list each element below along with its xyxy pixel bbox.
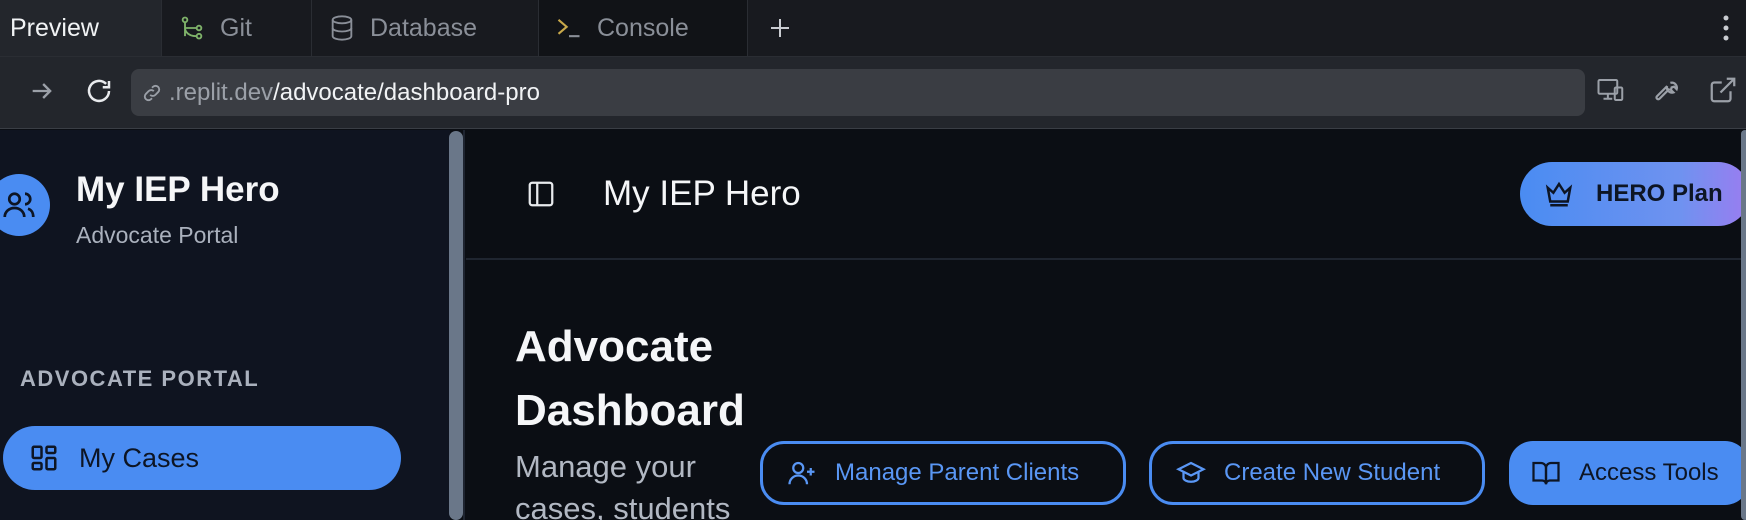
wrench-icon[interactable] [1652, 75, 1682, 105]
hero-plan-label: HERO Plan [1596, 180, 1723, 207]
avatar [0, 174, 50, 236]
url-path: /advocate/dashboard-pro [273, 78, 540, 106]
url-input[interactable]: .replit.dev/advocate/dashboard-pro [131, 69, 1585, 116]
tab-console[interactable]: Console [539, 0, 748, 56]
app-title: My IEP Hero [76, 170, 280, 209]
forward-arrow-icon[interactable] [28, 77, 56, 105]
crown-icon [1545, 181, 1573, 207]
tab-database[interactable]: Database [312, 0, 539, 56]
browser-toolbar: .replit.dev/advocate/dashboard-pro [0, 57, 1746, 129]
main-content: My IEP Hero HERO Plan Advocate Dashboard… [466, 130, 1746, 520]
manage-parent-clients-button[interactable]: Manage Parent Clients [760, 441, 1126, 505]
add-tab-button[interactable] [748, 0, 812, 56]
devices-icon[interactable] [1596, 75, 1626, 105]
button-label: Manage Parent Clients [835, 459, 1080, 486]
sidebar-item-label: My Cases [79, 442, 200, 473]
sidebar: My IEP Hero Advocate Portal ADVOCATE POR… [0, 130, 450, 520]
header-title: My IEP Hero [603, 174, 801, 213]
hero-plan-button[interactable]: HERO Plan [1520, 162, 1746, 226]
tab-label: Preview [10, 13, 99, 42]
plus-icon [771, 19, 789, 37]
reload-icon[interactable] [84, 76, 114, 106]
url-domain: .replit.dev [169, 78, 274, 106]
more-options-icon[interactable] [1706, 0, 1746, 56]
terminal-icon [557, 19, 580, 38]
button-label: Access Tools [1579, 459, 1719, 486]
main-scrollbar[interactable] [1741, 130, 1746, 520]
tab-label: Database [370, 13, 478, 42]
graduation-cap-icon [1176, 461, 1206, 483]
sidebar-toggle-icon[interactable] [526, 179, 556, 209]
button-label: Create New Student [1224, 459, 1441, 486]
sidebar-section-label: ADVOCATE PORTAL [20, 366, 260, 391]
sidebar-item-my-cases[interactable]: My Cases [3, 426, 401, 490]
tab-git[interactable]: Git [162, 0, 312, 56]
tab-label: Console [597, 13, 689, 42]
toolbar-icons [1596, 75, 1738, 105]
tab-label: Git [220, 13, 252, 42]
database-icon [331, 15, 353, 41]
create-new-student-button[interactable]: Create New Student [1149, 441, 1485, 505]
page-title: Advocate Dashboard [515, 322, 745, 435]
panel-divider [463, 130, 465, 520]
ide-tab-bar: Preview Git Database Console [0, 0, 1746, 57]
sidebar-scrollbar[interactable] [449, 131, 463, 520]
users-icon [3, 192, 35, 218]
user-plus-icon [788, 461, 815, 485]
tab-preview[interactable]: Preview [0, 0, 162, 56]
grid-icon [31, 445, 57, 471]
access-tools-button[interactable]: Access Tools [1509, 441, 1746, 505]
page-description: Manage your cases, students [515, 449, 731, 520]
git-branch-icon [181, 16, 203, 40]
link-icon [143, 84, 161, 101]
app-subtitle: Advocate Portal [76, 222, 239, 248]
header-divider [466, 258, 1746, 260]
open-external-icon[interactable] [1708, 75, 1738, 105]
book-open-icon [1532, 461, 1560, 485]
